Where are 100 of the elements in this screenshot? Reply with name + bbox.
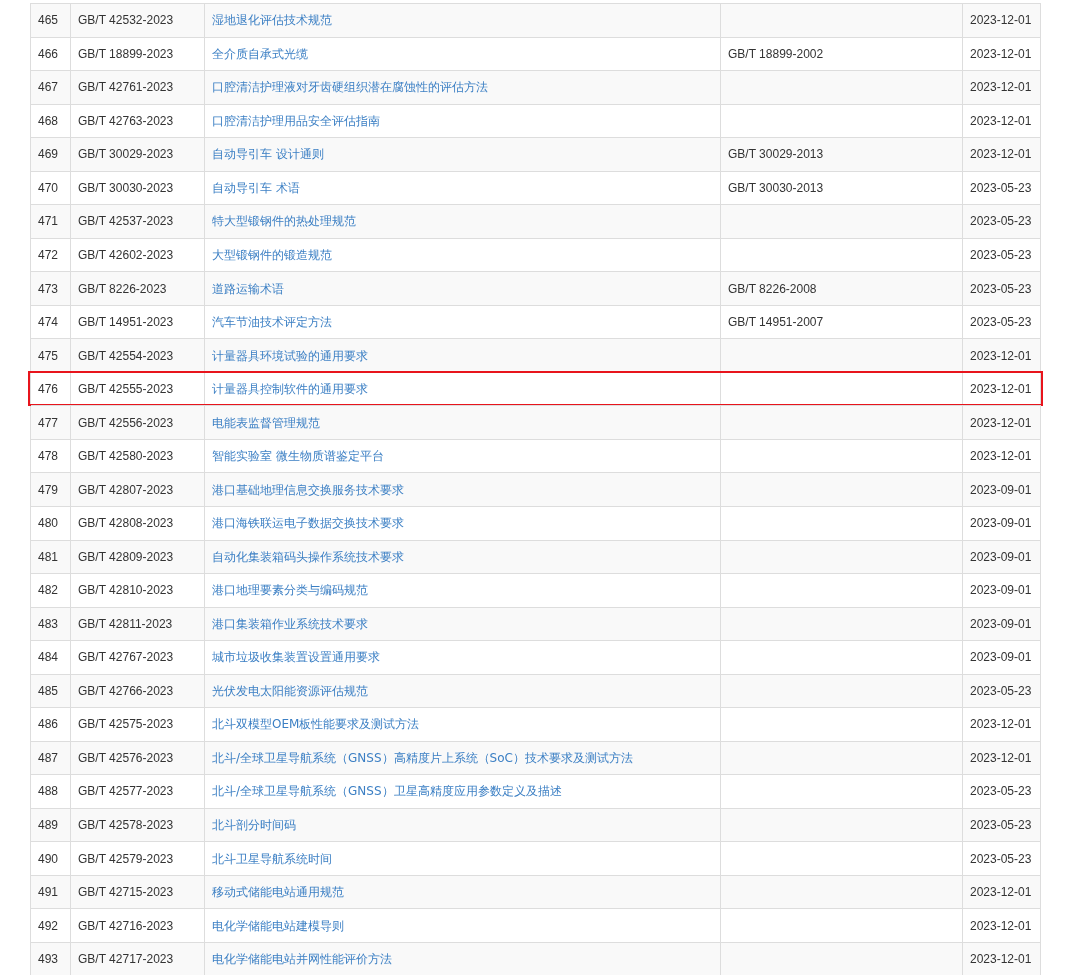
table-cell: GB/T 8226-2008 xyxy=(721,271,963,305)
title-link[interactable]: 北斗剖分时间码 xyxy=(212,818,296,832)
table-cell: GB/T 42811-2023 xyxy=(71,606,205,641)
table-cell: 488 xyxy=(31,774,71,808)
table-cell: GB/T 14951-2023 xyxy=(71,304,205,339)
title-link[interactable]: 光伏发电太阳能资源评估规范 xyxy=(212,683,368,698)
table-cell: GB/T 42766-2023 xyxy=(71,673,205,708)
table-cell: 483 xyxy=(31,606,71,641)
table-cell: GB/T 42763-2023 xyxy=(71,103,205,138)
table-cell: 478 xyxy=(31,438,71,473)
table-cell: 469 xyxy=(31,137,71,171)
table-cell: GB/T 42576-2023 xyxy=(71,740,205,775)
table-cell: GB/T 42579-2023 xyxy=(71,841,205,875)
table-cell: 480 xyxy=(31,505,71,540)
table-cell: 2023-09-01 xyxy=(963,606,1041,641)
table-cell: 493 xyxy=(31,941,71,976)
table-cell: 485 xyxy=(31,673,71,708)
table-cell: GB/T 42767-2023 xyxy=(71,640,205,674)
table-cell: 2023-09-01 xyxy=(963,640,1041,674)
title-link[interactable]: 北斗卫星导航系统时间 xyxy=(212,851,332,866)
title-link[interactable]: 电化学储能电站建模导则 xyxy=(212,918,344,933)
title-link[interactable]: 计量器具控制软件的通用要求 xyxy=(212,382,368,397)
title-link[interactable]: 口腔清洁护理用品安全评估指南 xyxy=(212,113,380,128)
table-cell: 2023-12-01 xyxy=(963,405,1041,439)
title-link[interactable]: 电化学储能电站并网性能评价方法 xyxy=(212,952,392,967)
table-cell: 472 xyxy=(31,237,71,272)
table-cell: 465 xyxy=(31,3,71,37)
table-cell: GB/T 42532-2023 xyxy=(71,3,205,37)
title-link[interactable]: 汽车节油技术评定方法 xyxy=(212,315,332,330)
table-cell: GB/T 42809-2023 xyxy=(71,539,205,574)
table-cell: 2023-12-01 xyxy=(963,707,1041,741)
table-cell: GB/T 42717-2023 xyxy=(71,941,205,976)
table-cell: GB/T 18899-2002 xyxy=(721,36,963,71)
title-link[interactable]: 北斗双模型OEM板性能要求及测试方法 xyxy=(212,717,420,732)
table-cell: GB/T 42575-2023 xyxy=(71,707,205,741)
table-cell: 484 xyxy=(31,640,71,674)
table-cell: 481 xyxy=(31,539,71,574)
table-cell: 2023-05-23 xyxy=(963,271,1041,305)
title-link[interactable]: 北斗/全球卫星导航系统（GNSS）高精度片上系统（SoC）技术要求及测试方法 xyxy=(212,750,633,765)
title-link[interactable]: 港口地理要素分类与编码规范 xyxy=(212,583,368,598)
table-cell: 490 xyxy=(31,841,71,875)
table-cell: 473 xyxy=(31,271,71,305)
title-link[interactable]: 特大型锻钢件的热处理规范 xyxy=(212,214,356,229)
table-cell: 2023-12-01 xyxy=(963,740,1041,775)
table-cell: 2023-05-23 xyxy=(963,170,1041,205)
title-link[interactable]: 港口基础地理信息交换服务技术要求 xyxy=(212,482,404,497)
table-cell: GB/T 42810-2023 xyxy=(71,573,205,607)
table-cell: GB/T 14951-2007 xyxy=(721,304,963,339)
table-cell: 487 xyxy=(31,740,71,775)
table-cell: 491 xyxy=(31,874,71,909)
table-cell: GB/T 42808-2023 xyxy=(71,505,205,540)
table-cell: GB/T 42580-2023 xyxy=(71,438,205,473)
table-cell: GB/T 42577-2023 xyxy=(71,774,205,808)
table-cell: 2023-05-23 xyxy=(963,304,1041,339)
title-link[interactable]: 口腔清洁护理液对牙齿硬组织潜在腐蚀性的评估方法 xyxy=(212,80,488,95)
table-cell: 2023-12-01 xyxy=(963,36,1041,71)
table-cell: 2023-05-23 xyxy=(963,204,1041,238)
table-cell: 471 xyxy=(31,204,71,238)
table-cell: GB/T 30029-2013 xyxy=(721,137,963,171)
title-link[interactable]: 计量器具环境试验的通用要求 xyxy=(212,348,368,363)
table-cell: GB/T 42716-2023 xyxy=(71,908,205,942)
title-link[interactable]: 电能表监督管理规范 xyxy=(212,415,320,430)
title-link[interactable]: 智能实验室 微生物质谱鉴定平台 xyxy=(212,449,384,464)
table-cell: 2023-12-01 xyxy=(963,338,1041,372)
table-cell: GB/T 42807-2023 xyxy=(71,472,205,506)
table-cell: 2023-05-23 xyxy=(963,673,1041,708)
table-cell: 2023-12-01 xyxy=(963,103,1041,138)
table-cell: GB/T 42554-2023 xyxy=(71,338,205,372)
table-cell: 2023-05-23 xyxy=(963,807,1041,842)
table-cell: 2023-12-01 xyxy=(963,137,1041,171)
title-link[interactable]: 港口海铁联运电子数据交换技术要求 xyxy=(212,516,404,531)
table-cell: GB/T 18899-2023 xyxy=(71,36,205,71)
table-cell: GB/T 42578-2023 xyxy=(71,807,205,842)
title-link[interactable]: 自动导引车 术语 xyxy=(212,180,300,195)
title-link[interactable]: 移动式储能电站通用规范 xyxy=(212,885,344,900)
title-link[interactable]: 港口集装箱作业系统技术要求 xyxy=(212,616,368,631)
title-link[interactable]: 道路运输术语 xyxy=(212,281,284,296)
table-cell: GB/T 30030-2013 xyxy=(721,170,963,205)
title-link[interactable]: 大型锻钢件的锻造规范 xyxy=(212,248,332,262)
table-cell: 2023-09-01 xyxy=(963,573,1041,607)
table-cell: 2023-12-01 xyxy=(963,438,1041,473)
table-cell: GB/T 42537-2023 xyxy=(71,204,205,238)
title-link[interactable]: 城市垃圾收集装置设置通用要求 xyxy=(212,650,380,665)
title-link[interactable]: 北斗/全球卫星导航系统（GNSS）卫星高精度应用参数定义及描述 xyxy=(212,784,562,799)
table-cell: 2023-09-01 xyxy=(963,505,1041,540)
title-link[interactable]: 自动导引车 设计通则 xyxy=(212,147,324,162)
table-cell: 2023-05-23 xyxy=(963,841,1041,875)
table-cell: 489 xyxy=(31,807,71,842)
table-cell: 2023-05-23 xyxy=(963,237,1041,272)
title-link[interactable]: 湿地退化评估技术规范 xyxy=(212,13,332,28)
table-cell: 467 xyxy=(31,70,71,104)
table-cell: GB/T 42602-2023 xyxy=(71,237,205,272)
table-cell: 2023-12-01 xyxy=(963,941,1041,976)
title-link[interactable]: 全介质自承式光缆 xyxy=(212,46,308,61)
table-cell: 477 xyxy=(31,405,71,439)
table-cell: 479 xyxy=(31,472,71,506)
table-cell: 466 xyxy=(31,36,71,71)
title-link[interactable]: 自动化集装箱码头操作系统技术要求 xyxy=(212,549,404,564)
table-cell: 2023-05-23 xyxy=(963,774,1041,808)
table-cell: 482 xyxy=(31,573,71,607)
